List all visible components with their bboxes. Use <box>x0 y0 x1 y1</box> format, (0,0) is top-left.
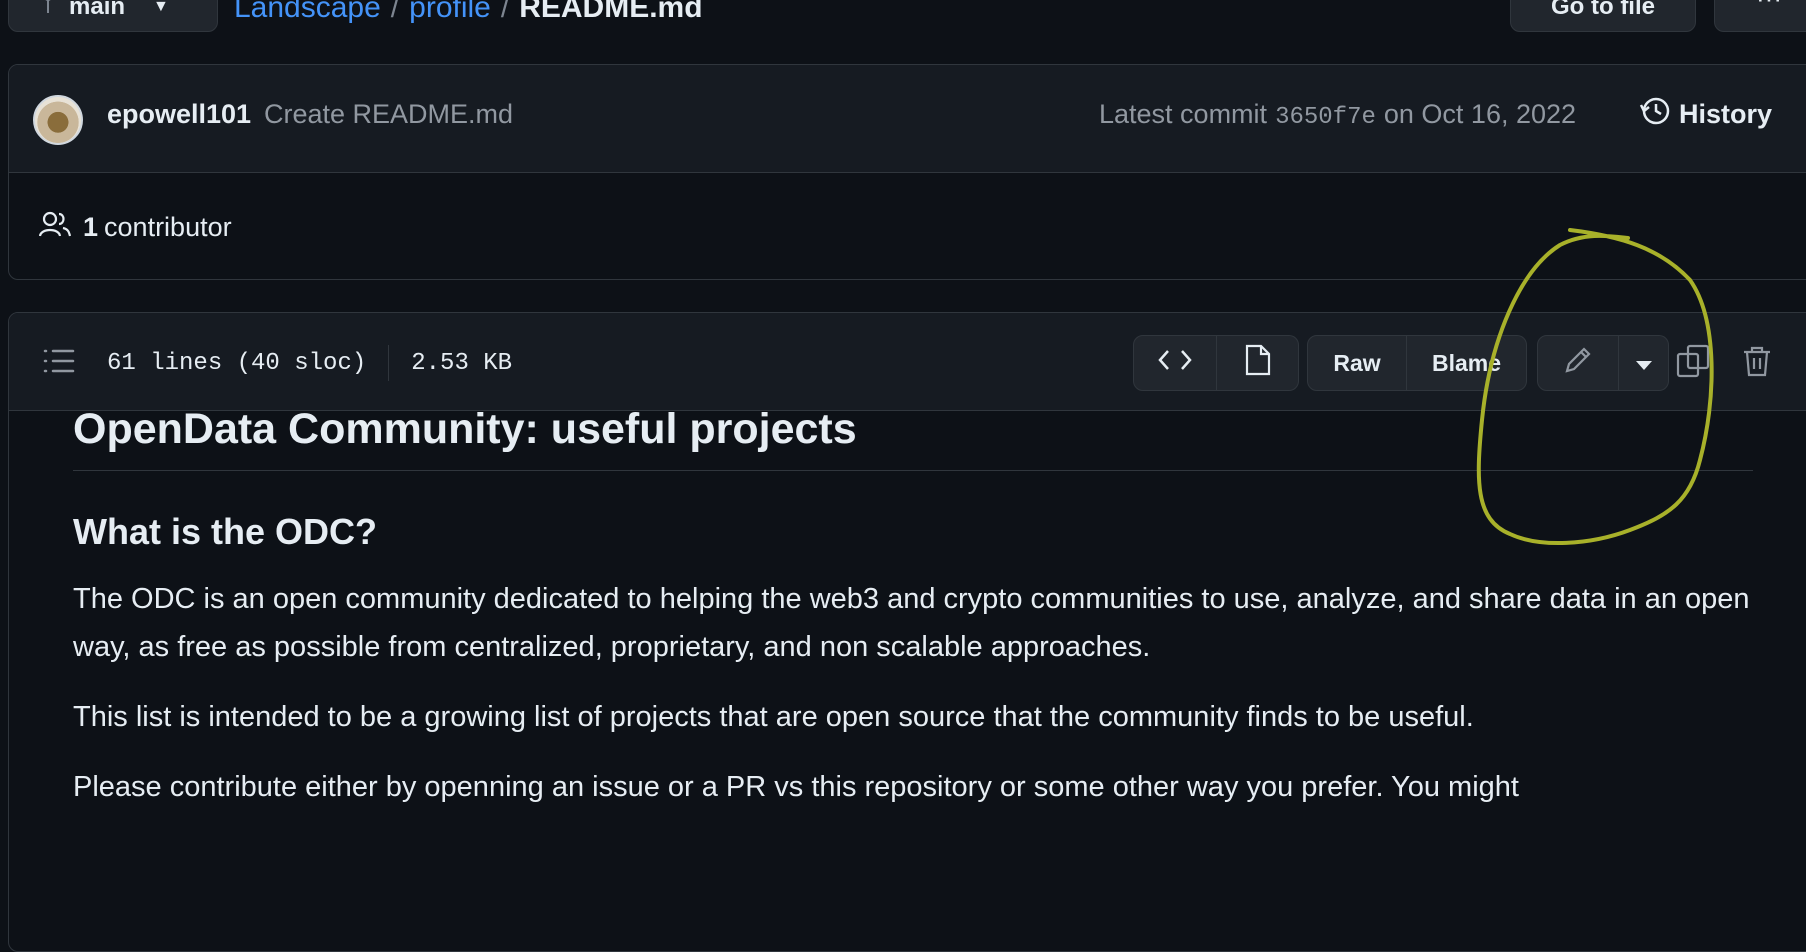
branch-name: main <box>69 0 126 20</box>
divider <box>388 345 390 381</box>
commit-author-link[interactable]: epowell101 <box>107 99 251 130</box>
file-icon <box>1245 344 1271 382</box>
caret-down-icon <box>1635 350 1652 377</box>
edit-button[interactable] <box>1537 335 1619 391</box>
readme-paragraph: The ODC is an open community dedicated t… <box>73 583 1750 663</box>
edit-dropdown-button[interactable] <box>1619 335 1669 391</box>
pencil-icon <box>1563 345 1593 381</box>
delete-button[interactable] <box>1737 343 1777 383</box>
readme-paragraph: Please contribute either by openning an … <box>73 771 1519 803</box>
file-info: 61 lines (40 sloc) 2.53 KB <box>107 345 512 381</box>
code-icon <box>1158 348 1192 378</box>
latest-commit-info: Latest commit 3650f7e on Oct 16, 2022 <box>1099 99 1576 131</box>
view-toggle-group <box>1133 335 1299 391</box>
table-of-contents-icon[interactable] <box>43 347 75 380</box>
file-header: 61 lines (40 sloc) 2.53 KB Raw Blame <box>9 313 1806 411</box>
breadcrumb-org-link[interactable]: Landscape <box>234 0 381 25</box>
latest-commit-row: epowell101 Create README.md Latest commi… <box>9 65 1806 173</box>
history-icon <box>1639 95 1671 134</box>
code-view-button[interactable] <box>1133 335 1217 391</box>
raw-blame-group: Raw Blame <box>1307 335 1527 391</box>
people-icon <box>38 210 72 245</box>
avatar[interactable] <box>33 95 83 145</box>
branch-select-button[interactable]: main ▼ <box>8 0 218 32</box>
file-size: 2.53 KB <box>411 349 513 377</box>
branch-icon <box>43 0 59 22</box>
latest-commit-label: Latest commit <box>1099 99 1268 129</box>
raw-button[interactable]: Raw <box>1307 335 1407 391</box>
commit-box: epowell101 Create README.md Latest commi… <box>8 64 1806 280</box>
chevron-down-icon: ▼ <box>153 0 169 15</box>
contributor-label: contributor <box>104 211 232 242</box>
copy-icon <box>1676 344 1710 383</box>
breadcrumb: Landscape / profile / README.md <box>234 0 703 28</box>
file-lines: 61 lines (40 sloc) <box>107 349 367 377</box>
readme-content: OpenData Community: useful projects What… <box>73 405 1753 811</box>
commit-message-link[interactable]: Create README.md <box>264 99 513 130</box>
go-to-file-button[interactable]: Go to file <box>1510 0 1696 32</box>
contributor-count: 1 <box>83 211 99 242</box>
history-label: History <box>1679 99 1773 129</box>
commit-date: on Oct 16, 2022 <box>1383 99 1577 129</box>
commit-sha-link[interactable]: 3650f7e <box>1275 104 1376 131</box>
preview-button[interactable] <box>1217 335 1299 391</box>
contributors-row[interactable]: 1 contributor <box>9 173 1806 279</box>
edit-group <box>1537 335 1669 391</box>
breadcrumb-separator: / <box>500 0 510 24</box>
trash-icon <box>1742 345 1772 382</box>
readme-section-heading: What is the ODC? <box>73 511 377 552</box>
breadcrumb-repo-link[interactable]: profile <box>409 0 491 25</box>
readme-paragraph: This list is intended to be a growing li… <box>73 701 1474 733</box>
more-options-button[interactable]: ··· <box>1714 0 1806 32</box>
breadcrumb-current-file: README.md <box>519 0 703 24</box>
file-box: 61 lines (40 sloc) 2.53 KB Raw Blame Ope… <box>8 312 1806 952</box>
readme-title: OpenData Community: useful projects <box>73 405 1753 471</box>
blame-button[interactable]: Blame <box>1407 335 1527 391</box>
top-bar: main ▼ Landscape / profile / README.md G… <box>0 0 1806 50</box>
copy-button[interactable] <box>1673 343 1713 383</box>
history-link[interactable]: History <box>1639 95 1772 134</box>
breadcrumb-separator: / <box>390 0 400 24</box>
